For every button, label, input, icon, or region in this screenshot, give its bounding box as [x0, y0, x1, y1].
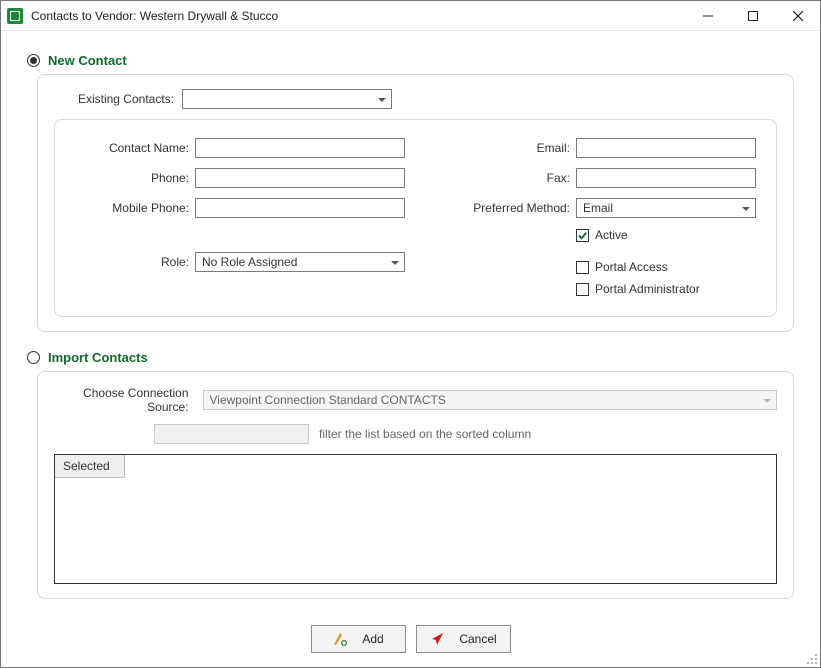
email-input[interactable]	[576, 138, 756, 158]
window-title: Contacts to Vendor: Western Drywall & St…	[31, 9, 278, 23]
chevron-down-icon	[390, 257, 400, 267]
minimize-button[interactable]	[685, 1, 730, 30]
portal-access-label: Portal Access	[595, 260, 668, 274]
phone-input[interactable]	[195, 168, 405, 188]
preferred-method-label: Preferred Method:	[456, 201, 576, 215]
close-button[interactable]	[775, 1, 820, 30]
chevron-down-icon	[741, 203, 751, 213]
add-icon	[332, 631, 348, 647]
grid-header: Selected	[55, 455, 776, 478]
active-checkbox[interactable]: Active	[576, 228, 756, 242]
radio-selected-icon	[27, 54, 40, 67]
radio-unselected-icon	[27, 351, 40, 364]
existing-contacts-select[interactable]	[182, 89, 392, 109]
fax-label: Fax:	[456, 171, 576, 185]
add-button[interactable]: Add	[311, 625, 406, 653]
contact-fields-panel: Contact Name: Email: Phone: Fax: Mobile …	[54, 119, 777, 317]
add-button-label: Add	[362, 632, 383, 646]
portal-access-checkbox[interactable]: Portal Access	[576, 260, 756, 274]
resize-grip[interactable]	[804, 651, 818, 665]
email-label: Email:	[456, 141, 576, 155]
new-contact-panel: Existing Contacts: Contact Name: Email: …	[37, 74, 794, 332]
chevron-down-icon	[762, 395, 772, 405]
role-label: Role:	[75, 255, 195, 269]
dialog-footer: Add Cancel	[1, 625, 820, 653]
cancel-icon	[429, 631, 445, 647]
checkbox-icon	[576, 229, 589, 242]
role-select[interactable]: No Role Assigned	[195, 252, 405, 272]
mode-new-contact-label: New Contact	[48, 53, 127, 68]
connection-source-label: Choose Connection Source:	[54, 386, 189, 414]
maximize-button[interactable]	[730, 1, 775, 30]
title-bar: Contacts to Vendor: Western Drywall & St…	[1, 1, 820, 31]
import-grid[interactable]: Selected	[54, 454, 777, 584]
mobile-phone-input[interactable]	[195, 198, 405, 218]
checkbox-icon	[576, 261, 589, 274]
cancel-button-label: Cancel	[459, 632, 496, 646]
existing-contacts-label: Existing Contacts:	[54, 92, 174, 106]
grid-column-selected[interactable]: Selected	[55, 455, 125, 478]
checkbox-icon	[576, 283, 589, 296]
mobile-phone-label: Mobile Phone:	[75, 201, 195, 215]
portal-admin-label: Portal Administrator	[595, 282, 700, 296]
window-controls	[685, 1, 820, 30]
app-icon	[7, 8, 23, 24]
active-label: Active	[595, 228, 628, 242]
import-contacts-panel: Choose Connection Source: Viewpoint Conn…	[37, 371, 794, 599]
preferred-method-value: Email	[583, 201, 613, 215]
filter-hint: filter the list based on the sorted colu…	[319, 427, 531, 441]
fax-input[interactable]	[576, 168, 756, 188]
connection-source-select[interactable]: Viewpoint Connection Standard CONTACTS	[203, 390, 778, 410]
phone-label: Phone:	[75, 171, 195, 185]
contact-name-input[interactable]	[195, 138, 405, 158]
mode-new-contact[interactable]: New Contact	[27, 53, 794, 68]
mode-import-contacts-label: Import Contacts	[48, 350, 148, 365]
filter-input[interactable]	[154, 424, 309, 444]
cancel-button[interactable]: Cancel	[416, 625, 511, 653]
connection-source-value: Viewpoint Connection Standard CONTACTS	[210, 393, 446, 407]
preferred-method-select[interactable]: Email	[576, 198, 756, 218]
chevron-down-icon	[377, 94, 387, 104]
mode-import-contacts[interactable]: Import Contacts	[27, 350, 794, 365]
contact-name-label: Contact Name:	[75, 141, 195, 155]
role-value: No Role Assigned	[202, 255, 297, 269]
portal-admin-checkbox[interactable]: Portal Administrator	[576, 282, 756, 296]
